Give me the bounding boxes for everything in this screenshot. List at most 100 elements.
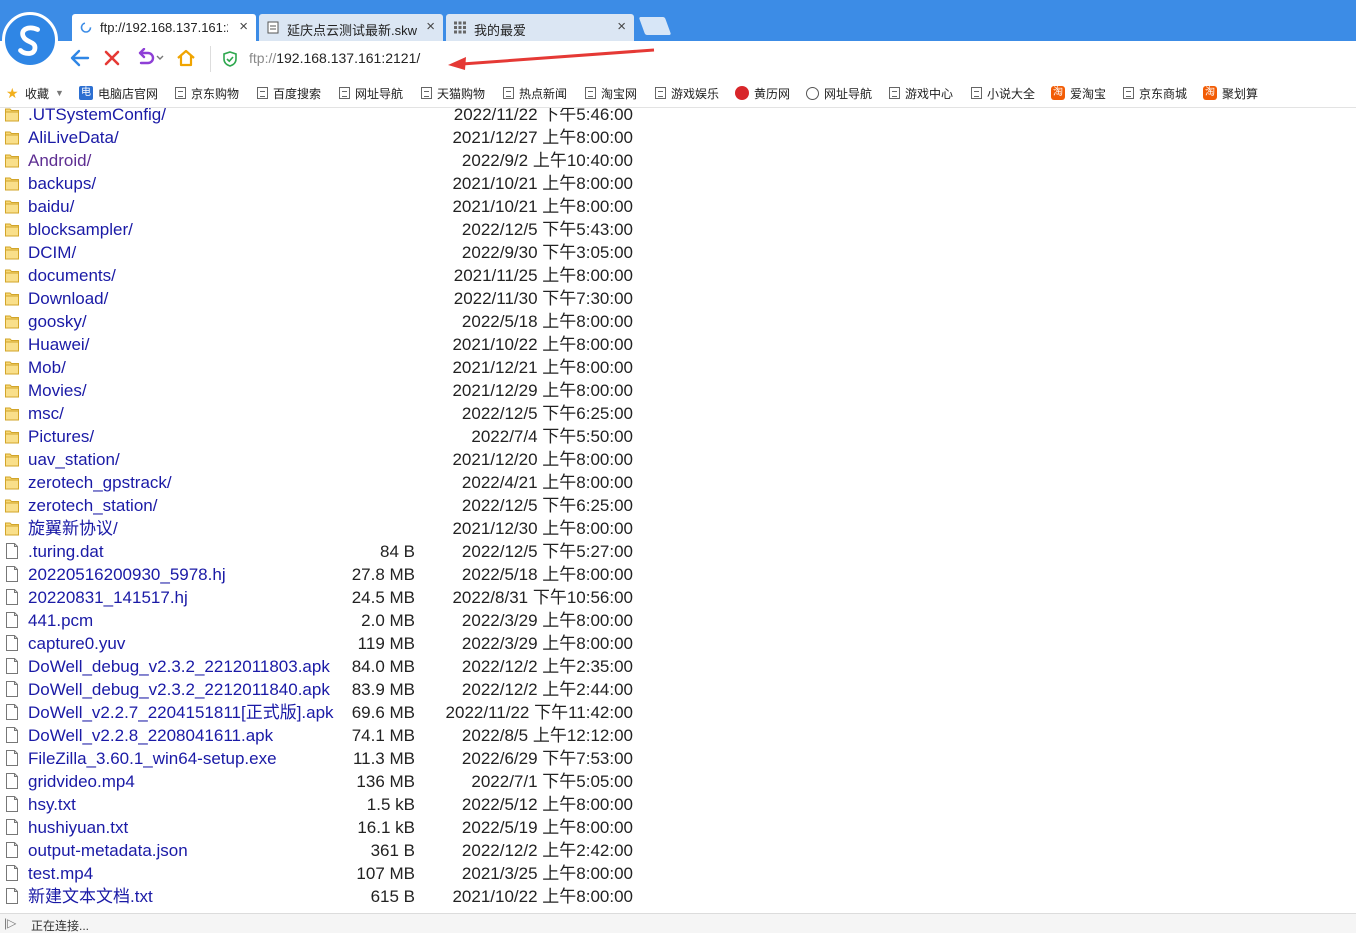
file-link[interactable]: 20220831_141517.hj [28, 586, 188, 609]
file-row: goosky/2022/5/18 上午8:00:00 [0, 310, 700, 333]
tab-ftp[interactable]: ftp://192.168.137.161:2 × [72, 14, 256, 41]
file-link[interactable]: gridvideo.mp4 [28, 770, 135, 793]
new-tab-button[interactable] [638, 17, 672, 35]
page-icon [257, 87, 268, 99]
file-link[interactable]: baidu/ [28, 195, 74, 218]
file-date: 2022/6/29 下午7:53:00 [461, 749, 633, 768]
bookmark-item[interactable]: 天猫购物 [421, 84, 485, 102]
file-date: 2022/8/31 下午10:56:00 [452, 588, 633, 607]
file-link[interactable]: .turing.dat [28, 540, 104, 563]
file-link[interactable]: msc/ [28, 402, 64, 425]
bookmark-item[interactable]: 网址导航 [806, 84, 872, 102]
page-icon [585, 87, 596, 99]
file-link[interactable]: hushiyuan.txt [28, 816, 128, 839]
file-link[interactable]: backups/ [28, 172, 96, 195]
file-size: 27.8 MB [351, 565, 415, 584]
home-icon[interactable] [174, 46, 198, 70]
file-link[interactable]: Pictures/ [28, 425, 94, 448]
star-icon: ★ [6, 85, 19, 101]
file-row: documents/2021/11/25 上午8:00:00 [0, 264, 700, 287]
file-icon [6, 796, 18, 812]
file-icon [6, 819, 18, 835]
folder-icon [5, 292, 19, 306]
tab-close-icon[interactable]: × [426, 18, 435, 35]
file-link[interactable]: 441.pcm [28, 609, 93, 632]
sidebar-toggle-icon[interactable]: |▷ [4, 916, 16, 930]
address-bar[interactable]: ftp://192.168.137.161:2121/ [210, 46, 1351, 72]
file-link[interactable]: 新建文本文档.txt [28, 885, 153, 908]
undo-close-tab-icon[interactable] [134, 46, 166, 70]
file-link[interactable]: zerotech_station/ [28, 494, 157, 517]
file-size: 11.3 MB [352, 749, 415, 768]
file-row: DCIM/2022/9/30 下午3:05:00 [0, 241, 700, 264]
file-link[interactable]: goosky/ [28, 310, 87, 333]
file-link[interactable]: DCIM/ [28, 241, 76, 264]
tab-label: 延庆点云测试最新.skw [287, 23, 418, 38]
bookmark-item[interactable]: 网址导航 [339, 84, 403, 102]
file-row: 旋翼新协议/2021/12/30 上午8:00:00 [0, 517, 700, 540]
file-link[interactable]: zerotech_gpstrack/ [28, 471, 172, 494]
bookmark-item[interactable]: 淘聚划算 [1203, 84, 1258, 102]
file-link[interactable]: hsy.txt [28, 793, 76, 816]
url-text[interactable]: ftp://192.168.137.161:2121/ [249, 50, 420, 66]
file-link[interactable]: DoWell_v2.2.7_2204151811[正式版].apk [28, 701, 334, 724]
tab-close-icon[interactable]: × [617, 18, 626, 35]
file-link[interactable]: blocksampler/ [28, 218, 133, 241]
file-size: 2.0 MB [361, 611, 415, 630]
bookmark-favorites[interactable]: ★ 收藏 ▼ [6, 84, 64, 102]
file-date: 2021/12/21 上午8:00:00 [452, 358, 633, 377]
browser-logo-icon[interactable] [2, 12, 58, 68]
file-date: 2021/12/30 上午8:00:00 [452, 519, 633, 538]
bookmark-item[interactable]: 京东商城 [1123, 84, 1187, 102]
file-link[interactable]: capture0.yuv [28, 632, 125, 655]
file-link[interactable]: 旋翼新协议/ [28, 517, 118, 540]
bookmark-item[interactable]: 电电脑店官网 [79, 84, 158, 102]
tab-skw[interactable]: 延庆点云测试最新.skw × [259, 14, 443, 41]
bookmark-item[interactable]: 京东购物 [175, 84, 239, 102]
diannaodian-icon: 电 [79, 86, 93, 100]
file-link[interactable]: .UTSystemConfig/ [28, 108, 166, 126]
bookmark-item[interactable]: 淘爱淘宝 [1051, 84, 1106, 102]
file-icon [6, 842, 18, 858]
file-size: 69.6 MB [351, 703, 415, 722]
tab-favorites[interactable]: 我的最爱 × [446, 14, 634, 41]
folder-icon [5, 499, 19, 513]
security-shield-icon[interactable] [223, 51, 237, 67]
tab-close-icon[interactable]: × [239, 18, 248, 35]
file-row: AliLiveData/2021/12/27 上午8:00:00 [0, 126, 700, 149]
back-icon[interactable] [68, 46, 92, 70]
file-row: uav_station/2021/12/20 上午8:00:00 [0, 448, 700, 471]
chevron-down-icon: ▼ [55, 88, 64, 98]
file-link[interactable]: 20220516200930_5978.hj [28, 563, 226, 586]
file-link[interactable]: FileZilla_3.60.1_win64-setup.exe [28, 747, 277, 770]
file-link[interactable]: uav_station/ [28, 448, 120, 471]
file-link[interactable]: Android/ [28, 149, 91, 172]
bookmark-item[interactable]: 百度搜索 [257, 84, 321, 102]
file-row: blocksampler/2022/12/5 下午5:43:00 [0, 218, 700, 241]
file-date: 2022/3/29 上午8:00:00 [461, 611, 633, 630]
file-link[interactable]: DoWell_debug_v2.3.2_2212011840.apk [28, 678, 330, 701]
file-icon [6, 750, 18, 766]
file-link[interactable]: test.mp4 [28, 862, 93, 885]
page-icon [889, 87, 900, 99]
page-icon [339, 87, 350, 99]
file-link[interactable]: DoWell_debug_v2.3.2_2212011803.apk [28, 655, 330, 678]
file-date: 2022/5/12 上午8:00:00 [461, 795, 633, 814]
bookmark-item[interactable]: 游戏中心 [889, 84, 953, 102]
bookmark-item[interactable]: 淘宝网 [585, 84, 637, 102]
bookmark-item[interactable]: 黄历网 [735, 84, 790, 102]
file-link[interactable]: Huawei/ [28, 333, 89, 356]
bookmark-item[interactable]: 热点新闻 [503, 84, 567, 102]
bookmark-item[interactable]: 游戏娱乐 [655, 84, 719, 102]
file-link[interactable]: AliLiveData/ [28, 126, 119, 149]
bookmark-item[interactable]: 小说大全 [971, 84, 1035, 102]
file-date: 2022/9/2 上午10:40:00 [461, 151, 633, 170]
file-link[interactable]: DoWell_v2.2.8_2208041611.apk [28, 724, 273, 747]
file-link[interactable]: Movies/ [28, 379, 87, 402]
stop-icon[interactable] [100, 46, 124, 70]
file-size: 74.1 MB [351, 726, 415, 745]
file-link[interactable]: Mob/ [28, 356, 66, 379]
file-link[interactable]: Download/ [28, 287, 108, 310]
file-link[interactable]: documents/ [28, 264, 116, 287]
file-link[interactable]: output-metadata.json [28, 839, 188, 862]
